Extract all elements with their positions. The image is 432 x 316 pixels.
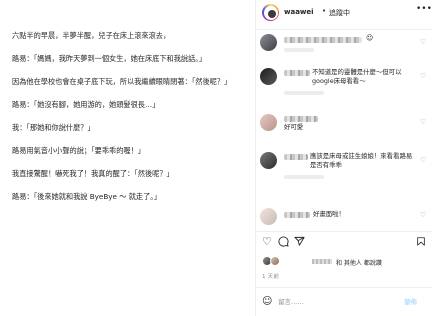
comment-item: 應該是床母或註生娘娘！來看看路易是否有乖乖 ♡ — [256, 149, 432, 183]
comment-meta — [284, 175, 324, 179]
liker-avatar[interactable] — [270, 256, 280, 266]
follow-status-button[interactable]: 追蹤中 — [329, 8, 350, 18]
story-paragraph: 路易用氣音小小聲的說；「要乖乖的喔！」 — [12, 146, 145, 155]
comment-meta — [284, 48, 314, 52]
smile-emoji-icon: ☺ — [366, 34, 374, 42]
story-paragraph: 我直接驚醒！嚇死我了！我真的醒了：「然後呢？」 — [12, 169, 174, 178]
blurred-liker-name — [312, 259, 332, 264]
add-comment-bar: ☺ 發佈 — [256, 287, 432, 316]
comment-item: 不知道是的靈體是什麼～但可以google床母看看～ ♡ — [256, 67, 432, 99]
commenter-avatar[interactable] — [260, 208, 277, 225]
author-avatar[interactable] — [262, 4, 279, 21]
comment-text: 應該是床母或註生娘娘！來看看路易是否有乖乖 — [310, 152, 413, 169]
story-paragraph: 路易：「後來她就和我說 ByeBye ～ 就走了。」 — [12, 192, 162, 201]
post-header: waawei • 追蹤中 ••• — [256, 0, 432, 30]
blurred-username — [284, 154, 308, 160]
likes-summary: 和 其他人 都說讚 — [256, 255, 432, 269]
separator-dot: • — [322, 7, 327, 15]
comment-text: 好可愛 — [284, 123, 304, 131]
comment-text: 好畫面啦！ — [313, 210, 345, 218]
story-paragraph: 路易：「媽媽，我昨天夢到一個女生，她在床底下和我說話。」 — [12, 54, 207, 63]
commenter-avatar[interactable] — [260, 152, 277, 169]
likes-text[interactable]: 和 其他人 都說讚 — [336, 258, 382, 267]
comment-item: 好可愛 ♡ — [256, 113, 432, 139]
emoji-icon[interactable]: ☺ — [262, 296, 272, 307]
post-image: 六點半的早晨，半夢半醒，兒子在床上滾來滾去， 路易：「媽媽，我昨天夢到一個女生，… — [0, 0, 256, 316]
send-icon[interactable] — [294, 236, 305, 250]
comment-meta — [284, 91, 324, 95]
comment-panel: waawei • 追蹤中 ••• ☺ ♡ 不知道是的靈體是什麼～但可以googl… — [256, 0, 432, 316]
comment-like-icon[interactable]: ♡ — [420, 118, 426, 126]
commenter-avatar[interactable] — [260, 34, 277, 51]
author-username[interactable]: waawei — [284, 8, 314, 16]
post-actions: ♡ — [256, 231, 432, 251]
comment-like-icon[interactable]: ♡ — [420, 211, 426, 219]
post-date[interactable]: 1 天前 — [262, 272, 279, 280]
bookmark-icon[interactable] — [416, 236, 426, 250]
comment-item: ☺ ♡ — [256, 33, 432, 55]
comment-like-icon[interactable]: ♡ — [420, 38, 426, 46]
comment-like-icon[interactable]: ♡ — [420, 156, 426, 164]
commenter-avatar[interactable] — [260, 68, 277, 85]
story-paragraph: 六點半的早晨，半夢半醒，兒子在床上滾來滾去， — [12, 31, 171, 40]
story-paragraph: 因為他在學校也會在桌子底下玩，所以我繼續眼睛閉著：「然後呢？」 — [12, 77, 232, 86]
blurred-username — [284, 70, 310, 76]
commenter-avatar[interactable] — [260, 114, 277, 131]
story-paragraph: 我：「那她和你說什麼？」 — [12, 123, 95, 132]
comment-input[interactable] — [278, 295, 396, 309]
comment-text: 不知道是的靈體是什麼～但可以google床母看看～ — [312, 68, 402, 85]
more-horizontal-icon[interactable]: ••• — [416, 4, 432, 14]
heart-icon[interactable]: ♡ — [262, 236, 272, 248]
blurred-comment — [284, 37, 362, 43]
post-comment-button[interactable]: 發佈 — [404, 296, 417, 306]
comment-item: 好畫面啦！ ♡ — [256, 207, 432, 227]
comment-list: ☺ ♡ 不知道是的靈體是什麼～但可以google床母看看～ ♡ 好可愛 ♡ 應該… — [256, 31, 432, 226]
story-text: 六點半的早晨，半夢半醒，兒子在床上滾來滾去， 路易：「媽媽，我昨天夢到一個女生，… — [12, 30, 248, 214]
comment-like-icon[interactable]: ♡ — [420, 72, 426, 80]
blurred-username — [284, 116, 318, 122]
comment-icon[interactable] — [278, 236, 289, 250]
blurred-username — [284, 212, 310, 218]
story-paragraph: 路易：「她沒有腳，她用游的，她頭髮很長…」 — [12, 100, 160, 109]
